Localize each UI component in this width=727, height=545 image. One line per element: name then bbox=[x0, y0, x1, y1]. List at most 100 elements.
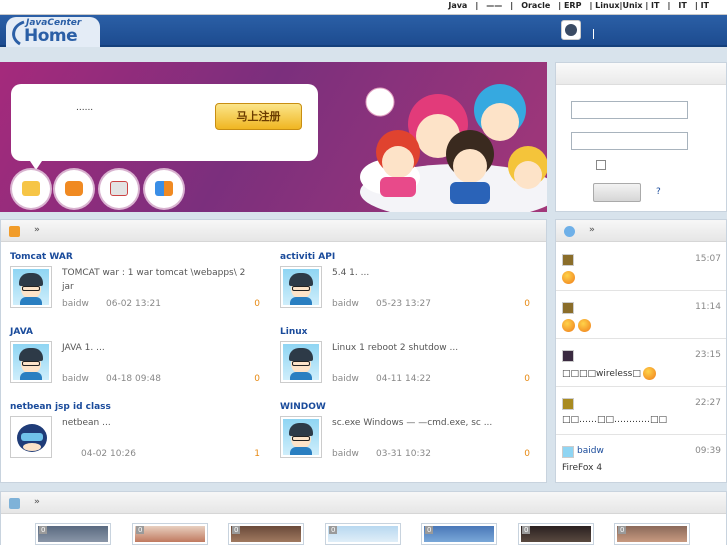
article-author[interactable]: baidw bbox=[62, 374, 89, 384]
article-comment-count: 0 bbox=[254, 374, 260, 384]
article-author-avatar[interactable] bbox=[280, 266, 322, 308]
article-title[interactable]: Tomcat WAR bbox=[10, 252, 73, 262]
article-summary: TOMCAT war : 1 war tomcat \webapps\ 2 ja… bbox=[62, 268, 246, 292]
feed-text: □□……□□…………□□ bbox=[562, 415, 668, 425]
article-date: 04-11 14:22 bbox=[376, 374, 431, 384]
gallery-thumbnail[interactable]: 0 bbox=[325, 523, 401, 545]
feed-more-arrow[interactable]: » bbox=[589, 225, 595, 235]
top-link-java[interactable]: Java bbox=[444, 1, 471, 10]
gallery-thumbnail[interactable]: 0 bbox=[132, 523, 208, 545]
hero-banner: ...... 马上注册 bbox=[0, 62, 547, 212]
group-icon bbox=[155, 181, 173, 196]
article-author-avatar[interactable] bbox=[280, 416, 322, 458]
article-title[interactable]: JAVA bbox=[10, 327, 33, 337]
feed-item: 22:27 □□……□□…………□□ bbox=[556, 387, 726, 435]
site-logo[interactable]: JavaCenter Home bbox=[6, 17, 100, 47]
login-panel-header bbox=[556, 63, 726, 85]
feed-time: 23:15 bbox=[695, 350, 721, 360]
gallery-thumbnail[interactable]: 0 bbox=[614, 523, 690, 545]
top-link-it-2[interactable]: | IT bbox=[691, 1, 713, 10]
feed-user-name[interactable]: baidw bbox=[577, 446, 604, 456]
article-date: 06-02 13:21 bbox=[106, 299, 161, 309]
top-link-blank[interactable]: —— bbox=[482, 1, 506, 10]
thumbnail-badge: 0 bbox=[425, 526, 434, 534]
message-icon bbox=[22, 181, 40, 196]
user-avatar[interactable] bbox=[561, 20, 581, 40]
top-link-erp[interactable]: | ERP bbox=[554, 1, 585, 10]
group-round-button[interactable] bbox=[145, 170, 183, 208]
article-summary: netbean ... bbox=[62, 418, 111, 428]
feed-time: 09:39 bbox=[695, 446, 721, 456]
feed-time: 22:27 bbox=[695, 398, 721, 408]
picture-icon bbox=[9, 498, 20, 509]
top-link-linux[interactable]: | Linux|Unix | IT bbox=[585, 1, 663, 10]
feed-item: 23:15 □□□□wireless□ bbox=[556, 339, 726, 387]
gallery-thumbnail[interactable]: 0 bbox=[421, 523, 497, 545]
article-comment-count: 0 bbox=[524, 449, 530, 459]
article-author[interactable]: baidw bbox=[62, 299, 89, 309]
feed-user-avatar[interactable] bbox=[562, 446, 574, 458]
feed-user-avatar[interactable] bbox=[562, 398, 574, 410]
article-item: Tomcat WAR TOMCAT war : 1 war tomcat \we… bbox=[10, 252, 270, 327]
username-input[interactable] bbox=[571, 101, 688, 119]
feed-user-avatar[interactable] bbox=[562, 254, 574, 266]
feed-user-avatar[interactable] bbox=[562, 302, 574, 314]
login-button[interactable] bbox=[593, 183, 641, 202]
article-date: 03-31 10:32 bbox=[376, 449, 431, 459]
top-nav-bar: Java | —— | Oracle | ERP | Linux|Unix | … bbox=[0, 0, 727, 15]
articles-panel: » Tomcat WAR TOMCAT war : 1 war tomcat \… bbox=[0, 219, 547, 483]
remember-me-checkbox[interactable] bbox=[596, 160, 606, 170]
thumbnail-badge: 0 bbox=[136, 526, 145, 534]
feed-text bbox=[562, 271, 578, 284]
article-item: activiti API 5.4 1. ... baidw 05-23 13:2… bbox=[280, 252, 540, 327]
article-author-avatar[interactable] bbox=[280, 341, 322, 383]
feed-item: baidw 09:39 FireFox 4 bbox=[556, 435, 726, 483]
feed-time: 11:14 bbox=[695, 302, 721, 312]
article-title[interactable]: netbean jsp id class bbox=[10, 402, 111, 412]
article-author-avatar[interactable] bbox=[10, 341, 52, 383]
article-author[interactable]: baidw bbox=[332, 449, 359, 459]
gallery-more-arrow[interactable]: » bbox=[34, 497, 40, 507]
article-author-avatar[interactable] bbox=[10, 266, 52, 308]
article-author-avatar[interactable] bbox=[10, 416, 52, 458]
thumbnail-badge: 0 bbox=[232, 526, 241, 534]
top-link-it[interactable]: IT bbox=[674, 1, 690, 10]
article-comment-count: 1 bbox=[254, 449, 260, 459]
article-title[interactable]: WINDOW bbox=[280, 402, 326, 412]
article-item: netbean jsp id class netbean ... 04-02 1… bbox=[10, 402, 270, 477]
top-link-sep: | bbox=[510, 1, 514, 10]
forgot-password-link[interactable]: ? bbox=[656, 187, 661, 197]
speech-bubble-tail bbox=[28, 158, 44, 170]
article-author[interactable]: baidw bbox=[332, 374, 359, 384]
article-title[interactable]: activiti API bbox=[280, 252, 335, 262]
top-link-sep: | bbox=[667, 1, 671, 10]
article-date: 04-18 09:48 bbox=[106, 374, 161, 384]
register-button[interactable]: 马上注册 bbox=[215, 103, 302, 130]
password-input[interactable] bbox=[571, 132, 688, 150]
article-author[interactable]: baidw bbox=[332, 299, 359, 309]
articles-more-arrow[interactable]: » bbox=[34, 225, 40, 235]
site-header: JavaCenter Home bbox=[0, 15, 727, 47]
gallery-thumbnail[interactable]: 0 bbox=[228, 523, 304, 545]
feed-panel-header: » bbox=[556, 220, 726, 242]
header-separator bbox=[593, 29, 594, 39]
photo-round-button[interactable] bbox=[55, 170, 93, 208]
article-title[interactable]: Linux bbox=[280, 327, 307, 337]
login-panel: ? bbox=[555, 62, 727, 212]
top-link-oracle[interactable]: Oracle bbox=[517, 1, 554, 10]
gallery-thumbnail[interactable]: 0 bbox=[35, 523, 111, 545]
article-summary: JAVA 1. ... bbox=[62, 343, 105, 353]
article-item: Linux Linux 1 reboot 2 shutdow ... baidw… bbox=[280, 327, 540, 402]
article-summary: Linux 1 reboot 2 shutdow ... bbox=[332, 343, 459, 353]
article-date: 05-23 13:27 bbox=[376, 299, 431, 309]
activity-feed-panel: » 15:07 11:14 23:15 □□□□wireless□ 22:27 … bbox=[555, 219, 727, 483]
feed-text: □□□□wireless□ bbox=[562, 367, 659, 380]
gift-round-button[interactable] bbox=[100, 170, 138, 208]
feed-user-avatar[interactable] bbox=[562, 350, 574, 362]
message-round-button[interactable] bbox=[12, 170, 50, 208]
gallery-thumbnail[interactable]: 0 bbox=[518, 523, 594, 545]
gallery-panel-header: » bbox=[1, 492, 726, 514]
banner-slogan: ...... bbox=[76, 103, 94, 113]
thumbnail-badge: 0 bbox=[39, 526, 48, 534]
emoji-icon bbox=[642, 367, 656, 380]
